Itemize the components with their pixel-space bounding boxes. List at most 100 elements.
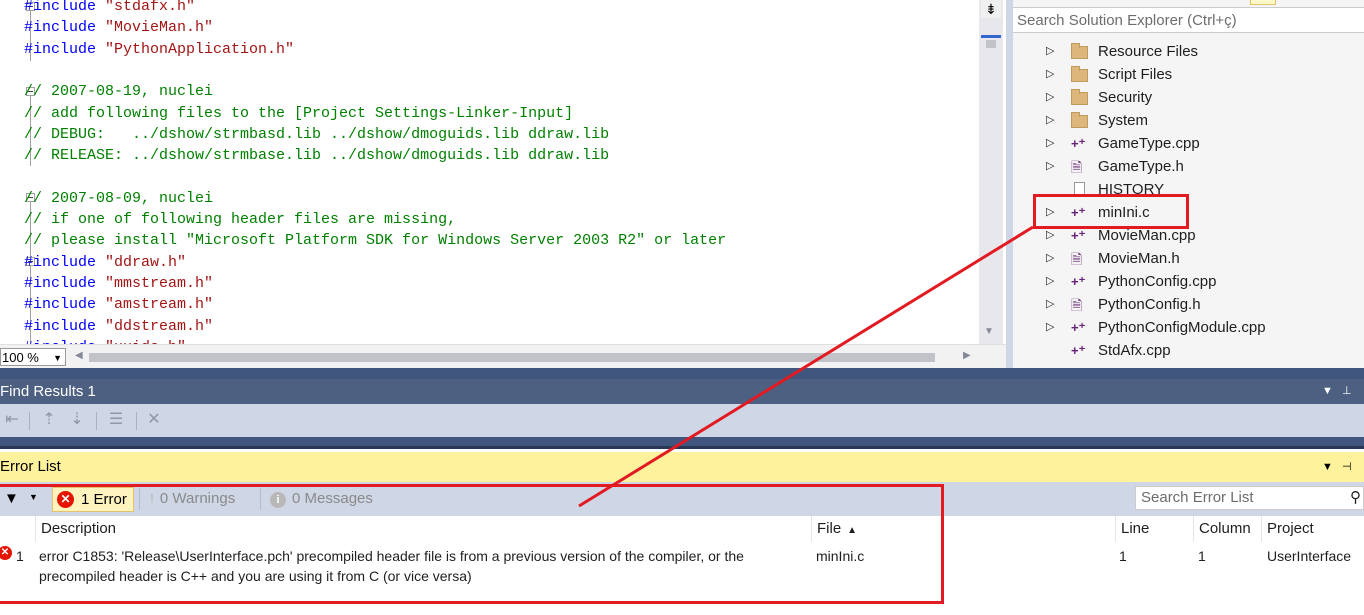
table-row[interactable]: ✕ 1 error C1853: 'Release\UserInterface.… bbox=[0, 542, 1364, 592]
chevron-down-icon[interactable]: ▼ bbox=[29, 492, 38, 502]
code-comment: // DEBUG: ../dshow/strmbasd.lib ../dshow… bbox=[24, 126, 610, 143]
tree-item[interactable]: ▷ +⁺ GameType.cpp bbox=[1013, 132, 1364, 155]
error-list-title: Error List bbox=[0, 458, 61, 475]
expand-arrow-icon[interactable]: ▷ bbox=[1046, 270, 1054, 293]
tree-item[interactable]: ▷ Resource Files bbox=[1013, 40, 1364, 63]
window-menu-icon[interactable]: ▼ bbox=[1322, 452, 1333, 482]
header-file-icon: 🗎 bbox=[1071, 251, 1083, 267]
code-editor[interactable]: #include "stdafx.h" #include "MovieMan.h"… bbox=[0, 0, 1006, 369]
scroll-right-icon[interactable]: ▶ bbox=[963, 350, 971, 361]
tree-item[interactable]: ▷ Security bbox=[1013, 86, 1364, 109]
expand-arrow-icon[interactable]: ▷ bbox=[1046, 155, 1054, 178]
split-view-icon[interactable]: ⇟ bbox=[981, 0, 1001, 18]
editor-gutter bbox=[0, 0, 14, 344]
tree-item[interactable]: ▷ System bbox=[1013, 109, 1364, 132]
error-icon: ✕ bbox=[57, 491, 74, 508]
code-line[interactable]: #include "MovieMan.h" bbox=[24, 17, 213, 38]
folder-icon bbox=[1071, 89, 1088, 105]
scroll-thumb[interactable] bbox=[89, 353, 935, 362]
pane-splitter[interactable] bbox=[1006, 0, 1013, 368]
column-header-description[interactable]: Description bbox=[35, 516, 811, 542]
code-string: "MovieMan.h" bbox=[105, 19, 214, 36]
code-line[interactable]: #include "ddstream.h" bbox=[24, 316, 213, 337]
next-location-icon[interactable]: ⇣ bbox=[68, 412, 86, 428]
info-icon: i bbox=[270, 492, 286, 508]
tree-item-label: StdAfx.cpp bbox=[1098, 342, 1171, 359]
tree-item[interactable]: ▷ +⁺ minIni.c bbox=[1013, 201, 1364, 224]
error-list-search-input[interactable]: Search Error List ⚲ bbox=[1135, 486, 1364, 510]
messages-toggle-button[interactable]: i 0 Messages bbox=[270, 487, 373, 510]
solution-search-input[interactable]: Search Solution Explorer (Ctrl+ç) bbox=[1013, 7, 1364, 33]
pin-icon[interactable]: ⊥ bbox=[1342, 379, 1352, 404]
folder-icon bbox=[1071, 43, 1088, 59]
expand-arrow-icon[interactable]: ▷ bbox=[1046, 247, 1054, 270]
code-line[interactable]: // please install "Microsoft Platform SD… bbox=[24, 230, 726, 251]
tree-item-label: PythonConfig.h bbox=[1098, 296, 1201, 313]
go-to-location-icon[interactable]: ⇤ bbox=[3, 412, 21, 428]
expand-arrow-icon[interactable]: ▷ bbox=[1046, 132, 1054, 155]
column-header-line[interactable]: Line bbox=[1115, 516, 1189, 542]
tree-item[interactable]: ▷ +⁺ PythonConfigModule.cpp bbox=[1013, 316, 1364, 339]
column-header-file[interactable]: File ▲ bbox=[811, 516, 1115, 542]
editor-vertical-scrollbar[interactable]: ⇟ ▼ bbox=[979, 0, 1003, 344]
column-header-column[interactable]: Column bbox=[1193, 516, 1259, 542]
search-icon[interactable]: ⚲ bbox=[1350, 487, 1361, 509]
caret-position-marker bbox=[981, 35, 1001, 38]
code-line[interactable]: // 2007-08-09, nuclei bbox=[24, 188, 213, 209]
expand-arrow-icon[interactable]: ▷ bbox=[1046, 63, 1054, 86]
expand-arrow-icon[interactable]: ▷ bbox=[1046, 109, 1054, 132]
code-line[interactable]: #include "mmstream.h" bbox=[24, 273, 213, 294]
code-line[interactable]: // 2007-08-19, nuclei bbox=[24, 81, 213, 102]
code-comment: // 2007-08-09, nuclei bbox=[24, 190, 214, 207]
expand-arrow-icon[interactable]: ▷ bbox=[1046, 224, 1054, 247]
zoom-dropdown[interactable]: 100 % ▼ bbox=[0, 348, 66, 366]
folder-icon bbox=[1071, 66, 1088, 82]
previous-location-icon[interactable]: ⇡ bbox=[40, 412, 58, 428]
expand-arrow-icon[interactable]: ▷ bbox=[1046, 86, 1054, 109]
filter-icon[interactable]: ▼ bbox=[4, 490, 19, 507]
row-index: 1 bbox=[16, 548, 24, 564]
error-list-titlebar[interactable]: Error List ▼ ⊣ bbox=[0, 452, 1364, 482]
errors-toggle-button[interactable]: ✕ 1 Error bbox=[52, 487, 134, 512]
code-line[interactable]: // DEBUG: ../dshow/strmbasd.lib ../dshow… bbox=[24, 124, 609, 145]
error-list-search-placeholder: Search Error List bbox=[1141, 489, 1254, 506]
code-comment: // please install "Microsoft Platform SD… bbox=[24, 232, 727, 249]
tree-item[interactable]: ▷ Script Files bbox=[1013, 63, 1364, 86]
code-line[interactable]: #include "ddraw.h" bbox=[24, 252, 186, 273]
tree-item[interactable]: ▷ +⁺ MovieMan.cpp bbox=[1013, 224, 1364, 247]
expand-arrow-icon[interactable]: ▷ bbox=[1046, 201, 1054, 224]
row-line: 1 bbox=[1119, 548, 1127, 564]
warnings-toggle-button[interactable]: ! 0 Warnings bbox=[150, 487, 235, 510]
expand-arrow-icon[interactable]: ▷ bbox=[1046, 293, 1054, 316]
code-line[interactable]: #include "amstream.h" bbox=[24, 294, 213, 315]
expand-arrow-icon[interactable]: ▷ bbox=[1046, 40, 1054, 63]
pin-icon[interactable]: ⊣ bbox=[1342, 452, 1352, 482]
code-line[interactable]: #include "uuids.h" bbox=[24, 337, 186, 344]
expand-arrow-icon[interactable]: ▷ bbox=[1046, 316, 1054, 339]
tree-item[interactable]: ▷ +⁺ PythonConfig.cpp bbox=[1013, 270, 1364, 293]
code-line[interactable]: #include "stdafx.h" bbox=[24, 0, 195, 17]
stop-search-icon[interactable]: ✕ bbox=[145, 412, 163, 428]
code-line[interactable]: #include "PythonApplication.h" bbox=[24, 39, 294, 60]
description-line: error C1853: 'Release\UserInterface.pch'… bbox=[39, 548, 744, 564]
find-results-titlebar[interactable]: Find Results 1 ▼ ⊥ bbox=[0, 379, 1364, 404]
column-header-project[interactable]: Project bbox=[1261, 516, 1364, 542]
code-keyword: #include bbox=[24, 41, 106, 58]
editor-horizontal-scrollbar[interactable]: ◀ ▶ bbox=[75, 349, 975, 365]
code-line[interactable]: // add following files to the [Project S… bbox=[24, 103, 573, 124]
clear-all-icon[interactable]: ☰ bbox=[107, 412, 125, 428]
scroll-down-icon[interactable]: ▼ bbox=[984, 326, 994, 337]
tree-item[interactable]: HISTORY bbox=[1013, 178, 1364, 201]
code-line[interactable]: // if one of following header files are … bbox=[24, 209, 456, 230]
scroll-left-icon[interactable]: ◀ bbox=[75, 350, 83, 361]
tree-item-label: System bbox=[1098, 112, 1149, 129]
window-menu-icon[interactable]: ▼ bbox=[1322, 379, 1333, 404]
tree-item[interactable]: ▷ 🗎 GameType.h bbox=[1013, 155, 1364, 178]
code-text-area[interactable]: #include "stdafx.h" #include "MovieMan.h"… bbox=[24, 0, 979, 344]
tree-item[interactable]: ▷ 🗎 PythonConfig.h bbox=[1013, 293, 1364, 316]
scroll-thumb[interactable] bbox=[986, 40, 996, 48]
tree-item[interactable]: +⁺ StdAfx.cpp bbox=[1013, 339, 1364, 362]
chevron-down-icon: ▼ bbox=[53, 353, 62, 363]
tree-item[interactable]: ▷ 🗎 MovieMan.h bbox=[1013, 247, 1364, 270]
code-line[interactable]: // RELEASE: ../dshow/strmbase.lib ../dsh… bbox=[24, 145, 609, 166]
